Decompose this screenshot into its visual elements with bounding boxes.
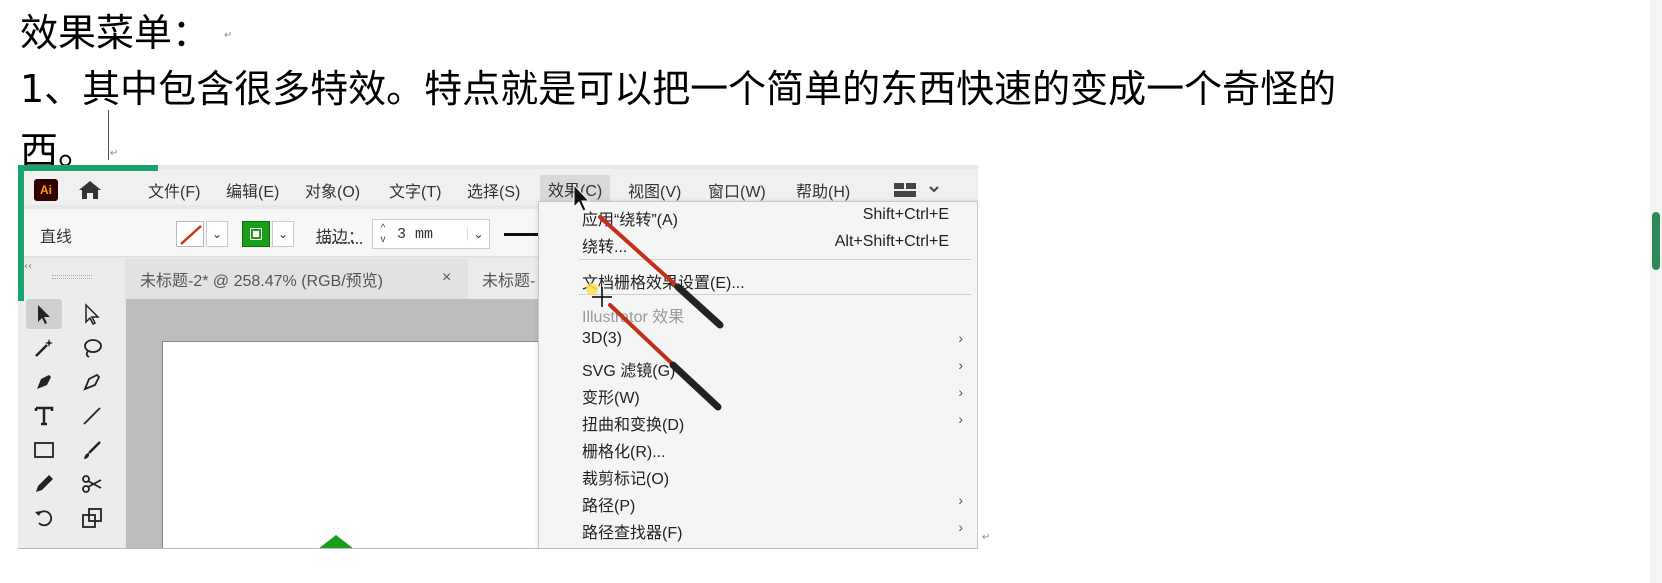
annotation-overlay <box>573 183 724 411</box>
paragraph-mark: ↵ <box>982 532 991 543</box>
illustrator-screenshot: Ai 文件(F) 编辑(E) 对象(O) 文字(T) 选择(S) 效果(C) 视… <box>18 165 978 548</box>
document-scrollbar-thumb[interactable] <box>1652 212 1660 270</box>
document-heading: 效果菜单： ↵ <box>20 2 232 57</box>
accent-bar-top <box>18 165 158 171</box>
annotation-pen-stroke-2 <box>608 303 722 411</box>
document-scrollbar-track[interactable] <box>1650 0 1662 583</box>
mouse-pointer-icon <box>573 183 591 212</box>
paragraph-mark: ↵ <box>224 30 233 41</box>
accent-bar-left <box>18 165 24 301</box>
document-line-2: 1、其中包含很多特效。特点就是可以把一个简单的东西快速的变成一个奇怪的 <box>20 58 1336 113</box>
text-caret <box>108 110 109 160</box>
click-highlight <box>586 283 598 295</box>
heading-text: 效果菜单： <box>20 11 211 55</box>
line-2-text: 1、其中包含很多特效。特点就是可以把一个简单的东西快速的变成一个奇怪的 <box>20 67 1337 111</box>
paragraph-mark: ↵ <box>110 148 119 159</box>
page-divider <box>18 548 978 549</box>
annotation-pen-stroke-1 <box>598 215 724 329</box>
